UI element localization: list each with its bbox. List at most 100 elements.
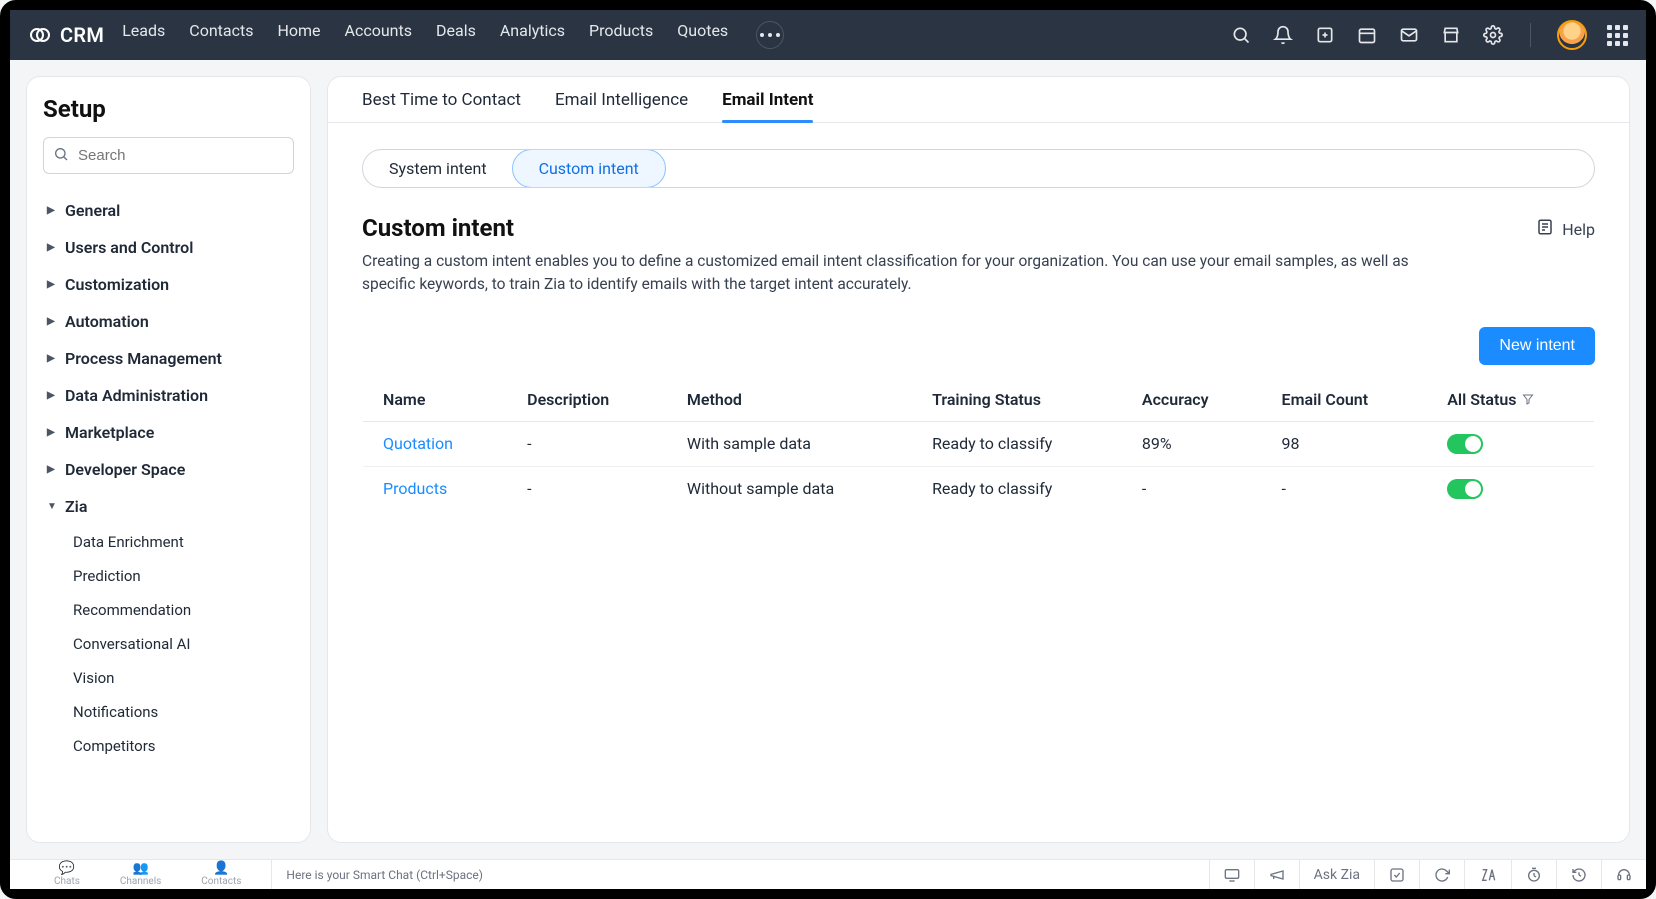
nav-items: Leads Contacts Home Accounts Deals Analy… <box>122 21 784 49</box>
help-button[interactable]: Help <box>1536 218 1595 240</box>
status-toggle[interactable] <box>1447 479 1483 499</box>
nav-more-icon[interactable] <box>756 21 784 49</box>
sidebar-item-label: Marketplace <box>65 423 154 442</box>
bell-icon[interactable] <box>1272 24 1294 46</box>
bottombar-contacts[interactable]: 👤 Contacts <box>201 862 241 887</box>
add-note-icon[interactable] <box>1314 24 1336 46</box>
sidebar-item-label: Users and Control <box>65 238 193 257</box>
main-panel: Best Time to Contact Email Intelligence … <box>327 76 1630 843</box>
store-icon[interactable] <box>1440 24 1462 46</box>
cell-description: - <box>507 466 667 511</box>
intent-name-link[interactable]: Quotation <box>363 421 508 466</box>
smart-chat-prompt[interactable]: Here is your Smart Chat (Ctrl+Space) <box>272 868 1208 882</box>
ask-zia-button[interactable]: Ask Zia <box>1299 860 1374 889</box>
zia-notifications[interactable]: Notifications <box>73 695 294 729</box>
gear-icon[interactable] <box>1482 24 1504 46</box>
bottom-bar: 💬Chats 👥Channels 👤 Contacts Here is your … <box>10 859 1646 889</box>
sidebar-item-label: Zia <box>65 497 87 516</box>
chevron-right-icon: ▶ <box>47 390 57 401</box>
search-icon[interactable] <box>1230 24 1252 46</box>
checklist-icon[interactable] <box>1374 860 1419 889</box>
tab-best-time[interactable]: Best Time to Contact <box>362 77 521 122</box>
sidebar-item-customization[interactable]: ▶Customization <box>43 266 294 303</box>
present-icon[interactable] <box>1209 860 1254 889</box>
brand-text: CRM <box>60 23 104 47</box>
bottombar-channels[interactable]: 👥Channels <box>120 862 161 887</box>
zia-prediction[interactable]: Prediction <box>73 559 294 593</box>
sidebar-item-developer[interactable]: ▶Developer Space <box>43 451 294 488</box>
topnav-right <box>1230 20 1628 50</box>
headset-icon[interactable] <box>1601 860 1646 889</box>
nav-leads[interactable]: Leads <box>122 21 165 49</box>
col-accuracy[interactable]: Accuracy <box>1122 377 1262 421</box>
zia-icon[interactable] <box>1464 860 1511 889</box>
nav-analytics[interactable]: Analytics <box>500 21 565 49</box>
zia-recommendation[interactable]: Recommendation <box>73 593 294 627</box>
topnav-divider <box>1530 23 1531 47</box>
chat-icon: 💬 <box>59 862 75 875</box>
col-name[interactable]: Name <box>363 377 508 421</box>
clock-icon[interactable] <box>1511 860 1556 889</box>
intent-name-link[interactable]: Products <box>363 466 508 511</box>
megaphone-icon[interactable] <box>1254 860 1299 889</box>
calendar-icon[interactable] <box>1356 24 1378 46</box>
nav-home[interactable]: Home <box>277 21 320 49</box>
tab-bar: Best Time to Contact Email Intelligence … <box>328 77 1629 123</box>
avatar[interactable] <box>1557 20 1587 50</box>
mail-icon[interactable] <box>1398 24 1420 46</box>
sidebar: Setup ▶General ▶Users and Control ▶Custo… <box>26 76 311 843</box>
nav-accounts[interactable]: Accounts <box>345 21 412 49</box>
sidebar-item-users[interactable]: ▶ Users and Control <box>43 229 294 266</box>
col-method[interactable]: Method <box>667 377 912 421</box>
chevron-right-icon: ▶ <box>47 242 57 253</box>
brand[interactable]: CRM <box>28 23 104 47</box>
bottombar-label: Contacts <box>201 877 241 887</box>
pill-custom-intent[interactable]: Custom intent <box>512 149 666 188</box>
new-intent-button[interactable]: New intent <box>1479 327 1595 365</box>
help-label: Help <box>1562 220 1595 239</box>
sidebar-item-label: Automation <box>65 312 149 331</box>
section-description: Creating a custom intent enables you to … <box>362 250 1422 297</box>
sidebar-item-label: Process Management <box>65 349 222 368</box>
cell-training: Ready to classify <box>912 466 1122 511</box>
history-icon[interactable] <box>1556 860 1601 889</box>
contacts-icon: 👤 <box>213 862 229 875</box>
nav-quotes[interactable]: Quotes <box>677 21 728 49</box>
col-status[interactable]: All Status <box>1427 377 1594 421</box>
status-toggle[interactable] <box>1447 434 1483 454</box>
sidebar-item-general[interactable]: ▶General <box>43 192 294 229</box>
sidebar-item-automation[interactable]: ▶Automation <box>43 303 294 340</box>
chevron-right-icon: ▶ <box>47 205 57 216</box>
zia-competitors[interactable]: Competitors <box>73 729 294 763</box>
zia-vision[interactable]: Vision <box>73 661 294 695</box>
nav-deals[interactable]: Deals <box>436 21 476 49</box>
nav-contacts[interactable]: Contacts <box>189 21 253 49</box>
brand-icon <box>28 23 52 47</box>
cell-method: With sample data <box>667 421 912 466</box>
bottombar-chats[interactable]: 💬Chats <box>54 862 80 887</box>
sidebar-item-label: Developer Space <box>65 460 185 479</box>
refresh-icon[interactable] <box>1419 860 1464 889</box>
zia-data-enrichment[interactable]: Data Enrichment <box>73 525 294 559</box>
apps-grid-icon[interactable] <box>1607 25 1628 46</box>
pill-system-intent[interactable]: System intent <box>363 150 513 187</box>
sidebar-item-process[interactable]: ▶ Process Management <box>43 340 294 377</box>
sidebar-item-marketplace[interactable]: ▶Marketplace <box>43 414 294 451</box>
bottombar-label: Channels <box>120 877 161 887</box>
cell-method: Without sample data <box>667 466 912 511</box>
zia-conversational[interactable]: Conversational AI <box>73 627 294 661</box>
sidebar-item-dataadmin[interactable]: ▶Data Administration <box>43 377 294 414</box>
chevron-right-icon: ▶ <box>47 353 57 364</box>
nav-products[interactable]: Products <box>589 21 653 49</box>
col-emailcount[interactable]: Email Count <box>1262 377 1428 421</box>
filter-icon[interactable] <box>1522 390 1534 409</box>
col-description[interactable]: Description <box>507 377 667 421</box>
chevron-right-icon: ▶ <box>47 279 57 290</box>
search-input[interactable] <box>43 137 294 174</box>
tab-email-intelligence[interactable]: Email Intelligence <box>555 77 688 122</box>
tab-email-intent[interactable]: Email Intent <box>722 77 813 122</box>
sidebar-item-zia[interactable]: ▼Zia <box>43 488 294 525</box>
top-nav: CRM Leads Contacts Home Accounts Deals A… <box>10 10 1646 60</box>
col-training[interactable]: Training Status <box>912 377 1122 421</box>
cell-description: - <box>507 421 667 466</box>
